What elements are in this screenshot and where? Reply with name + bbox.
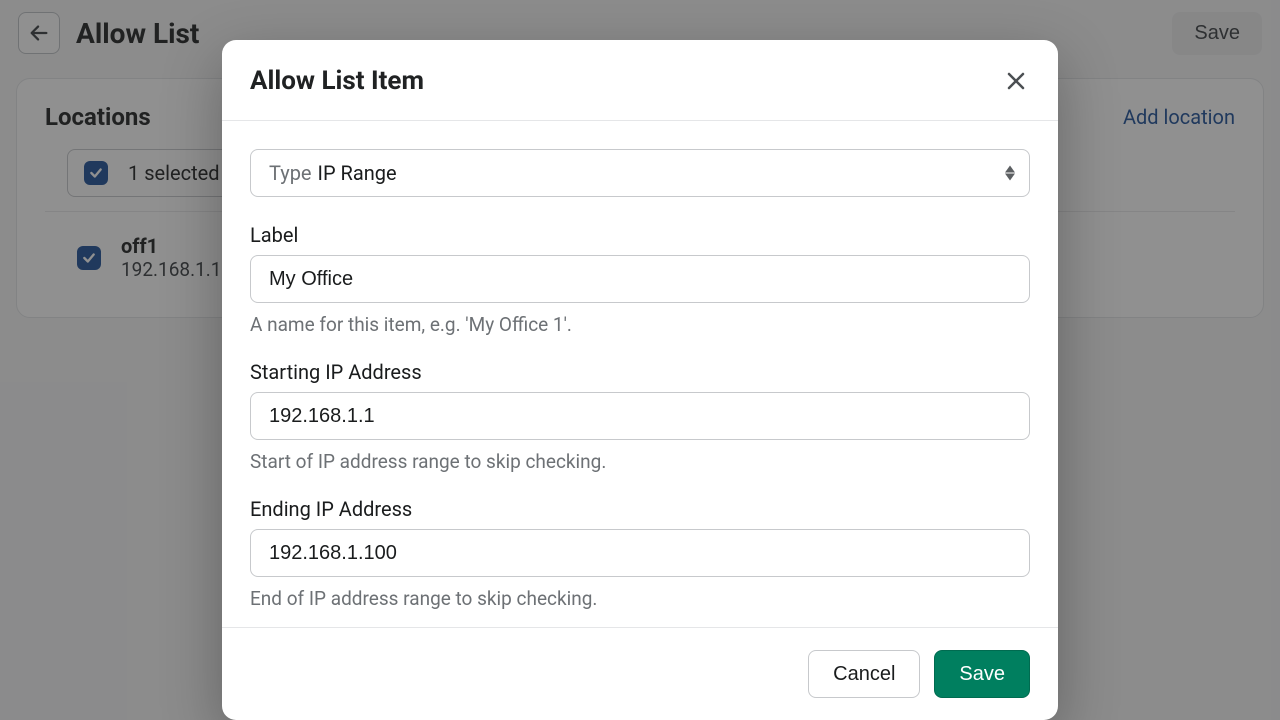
label-field: Label A name for this item, e.g. 'My Off…: [250, 223, 1030, 336]
modal-title: Allow List Item: [250, 66, 1002, 96]
starting-ip-field: Starting IP Address Start of IP address …: [250, 360, 1030, 473]
ending-ip-label: Ending IP Address: [250, 497, 1030, 521]
label-input[interactable]: [250, 255, 1030, 303]
ending-ip-hint: End of IP address range to skip checking…: [250, 587, 1030, 610]
select-stepper-icon: [1005, 166, 1015, 181]
modal-footer: Cancel Save: [222, 627, 1058, 720]
modal-close-button[interactable]: [1002, 67, 1030, 95]
type-value: IP Range: [318, 161, 397, 185]
ending-ip-field: Ending IP Address End of IP address rang…: [250, 497, 1030, 610]
type-prefix: Type: [269, 161, 312, 185]
modal-body: Type IP Range Label A name for this item…: [222, 121, 1058, 627]
modal-header: Allow List Item: [222, 40, 1058, 121]
label-field-hint: A name for this item, e.g. 'My Office 1'…: [250, 313, 1030, 336]
type-select[interactable]: Type IP Range: [250, 149, 1030, 197]
save-button[interactable]: Save: [934, 650, 1030, 698]
page-root: Allow List Save Locations Add location 1…: [0, 0, 1280, 720]
starting-ip-input[interactable]: [250, 392, 1030, 440]
label-field-label: Label: [250, 223, 1030, 247]
allow-list-item-modal: Allow List Item Type IP Range: [222, 40, 1058, 720]
cancel-button[interactable]: Cancel: [808, 650, 920, 698]
starting-ip-hint: Start of IP address range to skip checki…: [250, 450, 1030, 473]
modal-overlay[interactable]: Allow List Item Type IP Range: [0, 0, 1280, 720]
close-icon: [1004, 69, 1028, 93]
starting-ip-label: Starting IP Address: [250, 360, 1030, 384]
ending-ip-input[interactable]: [250, 529, 1030, 577]
